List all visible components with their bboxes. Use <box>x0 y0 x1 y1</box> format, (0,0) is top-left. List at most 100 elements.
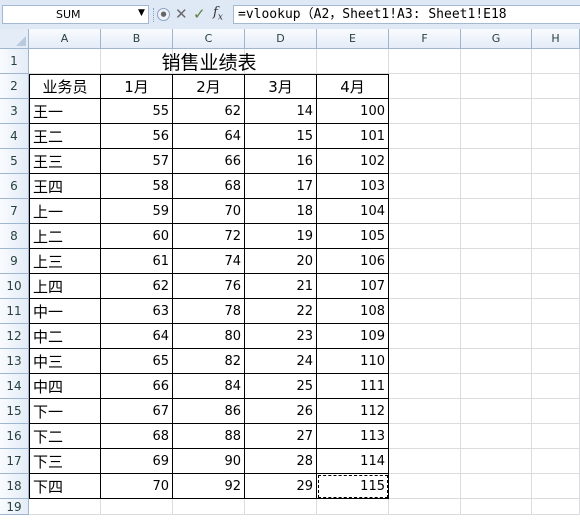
formula-input[interactable]: =vlookup（A2，Sheet1!A3: Sheet1!E18 <box>233 5 580 24</box>
table-header-cell[interactable]: 3月 <box>244 74 317 99</box>
data-cell[interactable]: 19 <box>244 224 317 249</box>
cell[interactable] <box>532 274 580 299</box>
cell[interactable] <box>461 174 532 199</box>
salesperson-cell[interactable]: 下三 <box>29 449 101 474</box>
row-header-13[interactable]: 13 <box>0 349 29 374</box>
data-cell[interactable]: 55 <box>100 99 173 124</box>
cell[interactable] <box>389 149 461 174</box>
data-cell[interactable]: 76 <box>172 274 245 299</box>
salesperson-cell[interactable]: 上二 <box>29 224 101 249</box>
cell[interactable] <box>532 149 580 174</box>
column-header-f[interactable]: F <box>389 29 461 49</box>
column-header-e[interactable]: E <box>317 29 389 49</box>
cell[interactable] <box>461 499 532 515</box>
data-cell[interactable]: 78 <box>172 299 245 324</box>
row-header-5[interactable]: 5 <box>0 149 29 174</box>
data-cell[interactable]: 102 <box>316 149 389 174</box>
cell[interactable] <box>532 424 580 449</box>
data-cell[interactable]: 105 <box>316 224 389 249</box>
cell[interactable] <box>532 299 580 324</box>
salesperson-cell[interactable]: 中三 <box>29 349 101 374</box>
data-cell[interactable]: 64 <box>172 124 245 149</box>
data-cell[interactable]: 64 <box>100 324 173 349</box>
data-cell[interactable]: 69 <box>100 449 173 474</box>
row-header-4[interactable]: 4 <box>0 124 29 149</box>
data-cell[interactable]: 66 <box>100 374 173 399</box>
data-cell[interactable]: 101 <box>316 124 389 149</box>
cell[interactable] <box>461 299 532 324</box>
cell[interactable] <box>389 324 461 349</box>
cell[interactable] <box>389 474 461 499</box>
cell[interactable] <box>389 274 461 299</box>
enter-check-icon[interactable]: ✓ <box>193 5 206 23</box>
salesperson-cell[interactable]: 王二 <box>29 124 101 149</box>
cell[interactable] <box>532 99 580 124</box>
cell[interactable] <box>389 449 461 474</box>
cell[interactable] <box>532 374 580 399</box>
cell[interactable] <box>245 499 317 515</box>
cell[interactable] <box>532 199 580 224</box>
salesperson-cell[interactable]: 下一 <box>29 399 101 424</box>
cell[interactable] <box>389 499 461 515</box>
data-cell[interactable]: 86 <box>172 399 245 424</box>
data-cell[interactable]: 100 <box>316 99 389 124</box>
cell[interactable] <box>532 499 580 515</box>
table-header-cell[interactable]: 1月 <box>100 74 173 99</box>
table-header-cell[interactable]: 4月 <box>316 74 389 99</box>
function-wizard-circle-icon[interactable]: ● <box>157 8 170 21</box>
salesperson-cell[interactable]: 上一 <box>29 199 101 224</box>
salesperson-cell[interactable]: 下四 <box>29 474 101 499</box>
data-cell[interactable]: 62 <box>172 99 245 124</box>
cell[interactable] <box>389 174 461 199</box>
salesperson-cell[interactable]: 中四 <box>29 374 101 399</box>
data-cell[interactable]: 107 <box>316 274 389 299</box>
column-header-g[interactable]: G <box>461 29 532 49</box>
data-cell[interactable]: 68 <box>100 424 173 449</box>
data-cell[interactable]: 112 <box>316 399 389 424</box>
cell[interactable] <box>389 99 461 124</box>
cell[interactable] <box>461 199 532 224</box>
data-cell[interactable]: 110 <box>316 349 389 374</box>
column-header-b[interactable]: B <box>101 29 173 49</box>
row-header-7[interactable]: 7 <box>0 199 29 224</box>
row-header-2[interactable]: 2 <box>0 74 29 99</box>
data-cell[interactable]: 59 <box>100 199 173 224</box>
cell[interactable] <box>389 424 461 449</box>
data-cell[interactable]: 25 <box>244 374 317 399</box>
data-cell[interactable]: 28 <box>244 449 317 474</box>
cell[interactable] <box>461 49 532 74</box>
data-cell[interactable]: 82 <box>172 349 245 374</box>
row-header-17[interactable]: 17 <box>0 449 29 474</box>
row-header-6[interactable]: 6 <box>0 174 29 199</box>
cell[interactable] <box>101 499 173 515</box>
data-cell[interactable]: 15 <box>244 124 317 149</box>
cell[interactable] <box>389 224 461 249</box>
cell[interactable] <box>317 499 389 515</box>
insert-function-icon[interactable]: fx <box>213 5 223 23</box>
cell[interactable] <box>461 474 532 499</box>
cell[interactable] <box>389 124 461 149</box>
cell[interactable] <box>461 374 532 399</box>
cell[interactable] <box>532 474 580 499</box>
data-cell[interactable]: 88 <box>172 424 245 449</box>
cell[interactable] <box>389 74 461 99</box>
data-cell[interactable]: 72 <box>172 224 245 249</box>
row-header-10[interactable]: 10 <box>0 274 29 299</box>
row-header-9[interactable]: 9 <box>0 249 29 274</box>
data-cell[interactable]: 103 <box>316 174 389 199</box>
cell[interactable] <box>461 249 532 274</box>
column-header-a[interactable]: A <box>29 29 101 49</box>
data-cell[interactable]: 22 <box>244 299 317 324</box>
cell[interactable] <box>389 199 461 224</box>
data-cell[interactable]: 106 <box>316 249 389 274</box>
cell[interactable] <box>532 74 580 99</box>
cell[interactable] <box>29 499 101 515</box>
cell[interactable] <box>173 499 245 515</box>
salesperson-cell[interactable]: 中二 <box>29 324 101 349</box>
row-header-3[interactable]: 3 <box>0 99 29 124</box>
column-header-d[interactable]: D <box>245 29 317 49</box>
cell[interactable] <box>461 349 532 374</box>
data-cell[interactable]: 24 <box>244 349 317 374</box>
data-cell[interactable]: 61 <box>100 249 173 274</box>
data-cell[interactable]: 60 <box>100 224 173 249</box>
